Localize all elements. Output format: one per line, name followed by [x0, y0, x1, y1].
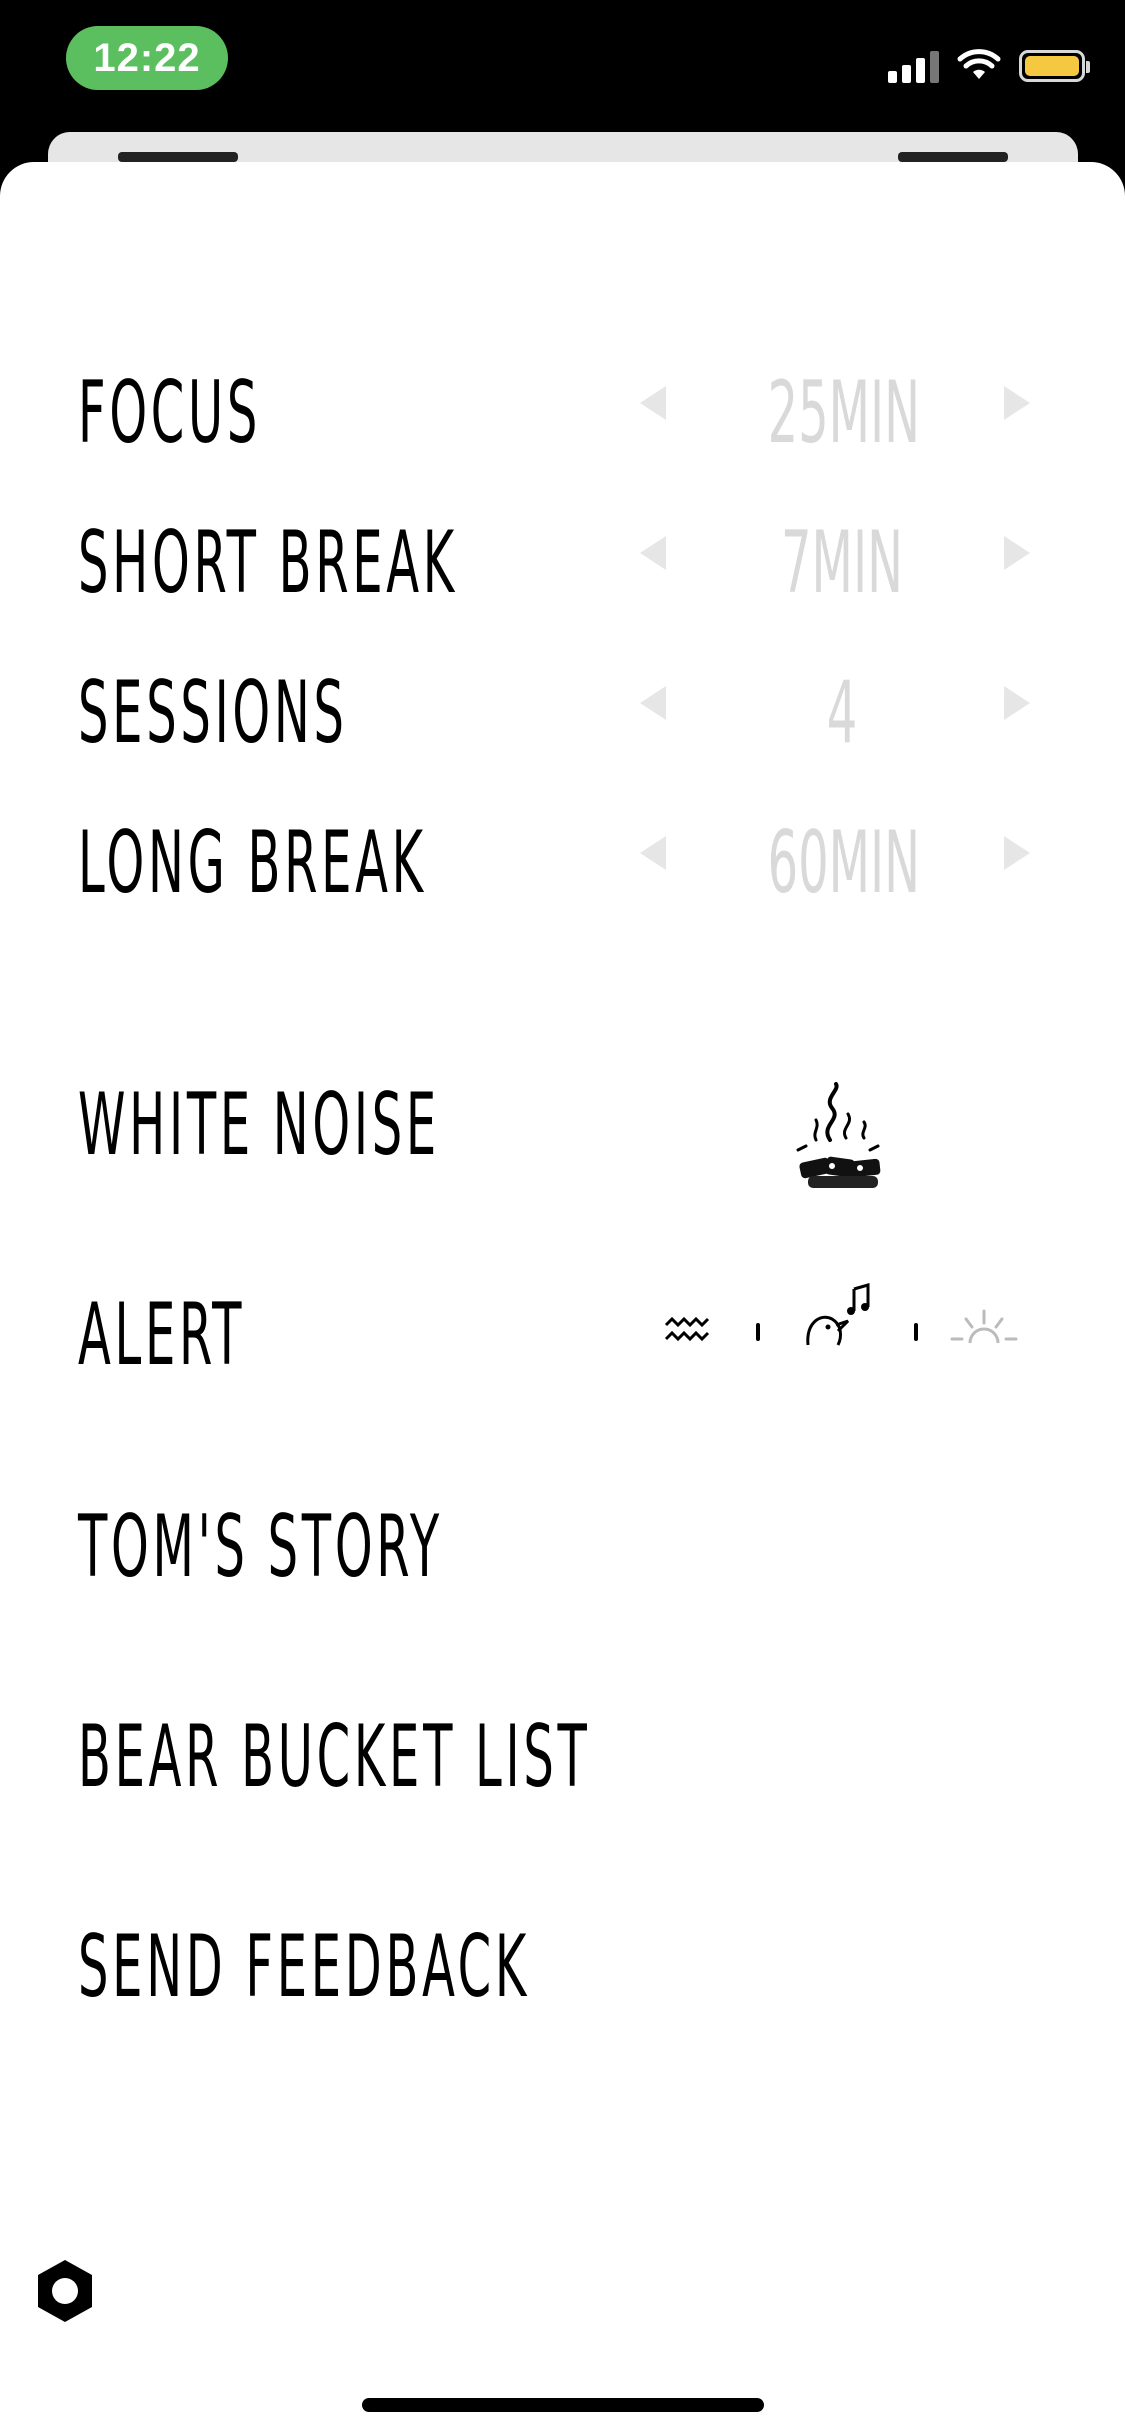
- send-feedback-item[interactable]: SEND FEEDBACK: [78, 1924, 530, 2010]
- status-icons: [888, 46, 1090, 86]
- long-break-value: 60MIN: [767, 813, 921, 913]
- hexagon-settings-icon[interactable]: [30, 2256, 100, 2326]
- sessions-value: 4: [826, 663, 858, 763]
- home-indicator[interactable]: [362, 2398, 764, 2412]
- short-break-value: 7MIN: [781, 513, 903, 613]
- alert-label: ALERT: [78, 1285, 246, 1385]
- sessions-label: SESSIONS: [78, 663, 348, 763]
- wifi-icon: [957, 49, 1001, 79]
- bird-sound-icon[interactable]: [806, 1283, 870, 1346]
- short-break-decrease-button[interactable]: [640, 536, 666, 570]
- focus-increase-button[interactable]: [1004, 386, 1030, 420]
- long-break-decrease-button[interactable]: [640, 836, 666, 870]
- white-noise-item[interactable]: WHITE NOISE: [78, 1082, 440, 1168]
- wave-sound-icon[interactable]: [664, 1316, 710, 1342]
- long-break-increase-button[interactable]: [1004, 836, 1030, 870]
- toms-story-item[interactable]: TOM'S STORY: [78, 1504, 443, 1590]
- cellular-signal-icon: [888, 49, 939, 83]
- alert-options: [664, 1283, 1018, 1346]
- sunrise-sound-icon[interactable]: [950, 1309, 1018, 1344]
- short-break-increase-button[interactable]: [1004, 536, 1030, 570]
- short-break-label: SHORT BREAK: [78, 513, 458, 613]
- sessions-decrease-button[interactable]: [640, 686, 666, 720]
- sessions-increase-button[interactable]: [1004, 686, 1030, 720]
- campfire-icon[interactable]: [760, 1080, 910, 1200]
- focus-value: 25MIN: [767, 363, 921, 463]
- bucket-list-item[interactable]: BEAR BUCKET LIST: [78, 1714, 591, 1800]
- battery-fill: [1025, 56, 1079, 76]
- long-break-label: LONG BREAK: [78, 813, 427, 913]
- focus-label: FOCUS: [78, 363, 262, 463]
- status-time: 12:22: [66, 26, 228, 90]
- status-bar: 12:22: [0, 0, 1125, 150]
- focus-decrease-button[interactable]: [640, 386, 666, 420]
- battery-icon: [1019, 50, 1090, 82]
